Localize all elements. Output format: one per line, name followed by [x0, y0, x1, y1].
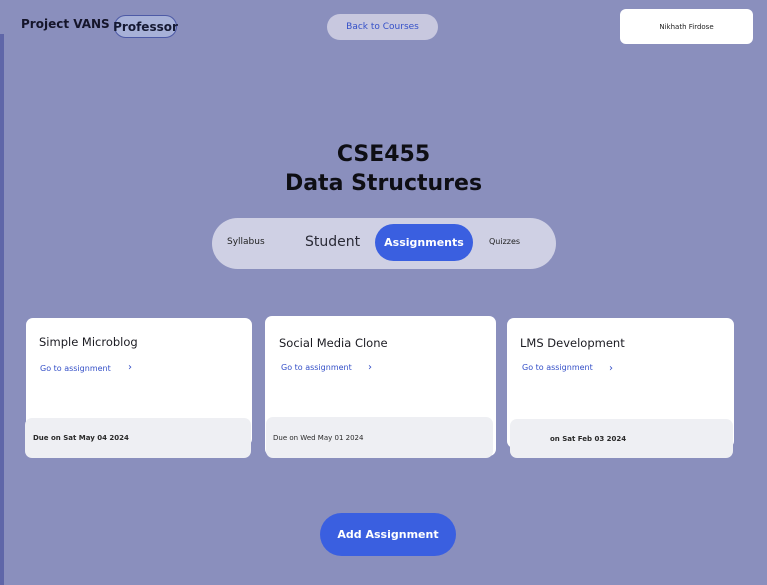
- due-date: Due on Wed May 01 2024: [266, 417, 493, 458]
- add-assignment-button[interactable]: Add Assignment: [320, 513, 456, 556]
- assignment-title: LMS Development: [520, 336, 625, 350]
- user-name: Nikhath Firdose: [659, 22, 714, 31]
- due-date: Due on Sat May 04 2024: [25, 418, 251, 458]
- role-badge: Professor: [113, 15, 178, 38]
- tab-bar: Syllabus Student Assignments Quizzes: [212, 218, 556, 269]
- user-menu[interactable]: Nikhath Firdose: [620, 9, 753, 44]
- course-code: CSE455: [336, 142, 431, 167]
- go-to-assignment-link[interactable]: Go to assignment: [40, 364, 111, 373]
- chevron-right-icon[interactable]: ›: [368, 362, 372, 373]
- tab-quizzes[interactable]: Quizzes: [489, 237, 520, 246]
- tab-syllabus[interactable]: Syllabus: [227, 237, 265, 247]
- go-to-assignment-link[interactable]: Go to assignment: [281, 363, 352, 372]
- due-date: on Sat Feb 03 2024: [510, 419, 733, 458]
- tab-student[interactable]: Student: [305, 234, 360, 250]
- brand-title: Project VANS: [21, 17, 110, 31]
- assignment-title: Social Media Clone: [279, 336, 388, 350]
- chevron-right-icon[interactable]: ›: [128, 362, 132, 373]
- back-to-courses-button[interactable]: Back to Courses: [327, 14, 438, 40]
- course-name: Data Structures: [284, 171, 483, 196]
- tab-assignments[interactable]: Assignments: [375, 224, 473, 261]
- assignment-title: Simple Microblog: [39, 335, 138, 349]
- go-to-assignment-link[interactable]: Go to assignment: [522, 363, 593, 372]
- chevron-right-icon[interactable]: ›: [609, 363, 613, 374]
- left-edge-strip: [0, 34, 4, 585]
